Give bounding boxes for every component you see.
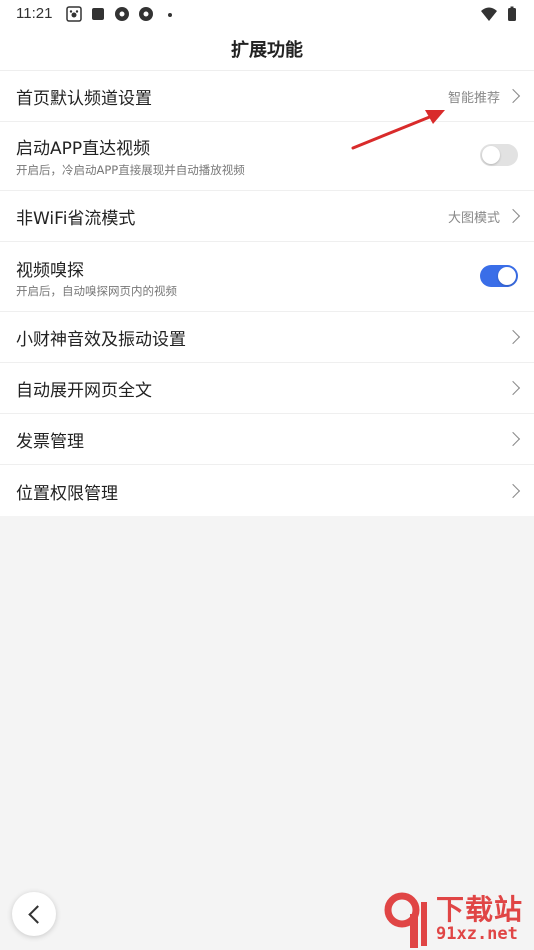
row-label: 启动APP直达视频 — [16, 139, 151, 159]
row-label: 首页默认频道设置 — [16, 89, 152, 109]
chevron-right-icon — [505, 88, 521, 104]
row-subtitle: 开启后，冷启动APP直接展现并自动播放视频 — [16, 163, 245, 177]
watermark-text-1: 下载站 — [436, 893, 524, 926]
annotation-arrow-icon — [351, 110, 445, 150]
status-notification-icons — [66, 6, 178, 22]
baidu-paw-icon — [66, 6, 82, 22]
chevron-right-icon — [505, 208, 521, 224]
aperture-icon — [114, 6, 130, 22]
setting-row-sound-vibration[interactable]: 小财神音效及振动设置 — [0, 312, 534, 363]
setting-row-video-sniff: 视频嗅探 开启后，自动嗅探网页内的视频 — [0, 242, 534, 312]
row-label: 视频嗅探 — [16, 261, 84, 281]
setting-row-expand-fulltext[interactable]: 自动展开网页全文 — [0, 363, 534, 414]
row-label: 小财神音效及振动设置 — [16, 330, 186, 350]
more-dot-icon — [162, 6, 178, 22]
row-value: 大图模式 — [447, 211, 500, 226]
row-label: 自动展开网页全文 — [16, 381, 152, 401]
status-bar: 11:21 — [0, 0, 534, 28]
chevron-right-icon — [505, 380, 521, 396]
chevron-left-icon — [28, 905, 47, 924]
setting-row-data-saver[interactable]: 非WiFi省流模式 大图模式 — [0, 191, 534, 242]
setting-row-invoice[interactable]: 发票管理 — [0, 414, 534, 465]
toggle-knob — [482, 146, 500, 164]
row-label: 非WiFi省流模式 — [16, 209, 136, 229]
status-system-icons — [480, 6, 520, 22]
chevron-right-icon — [505, 431, 521, 447]
setting-row-location[interactable]: 位置权限管理 — [0, 465, 534, 516]
site-watermark: 下载站 91xz.net — [378, 886, 534, 950]
battery-icon — [504, 6, 520, 22]
settings-panel: 11:21 扩展功能 首页默认频道设置 智能推荐 启动APP直达视频 开启后，冷… — [0, 0, 534, 516]
wifi-icon — [480, 6, 497, 22]
watermark-logo-icon — [384, 892, 427, 948]
row-label: 位置权限管理 — [16, 484, 118, 504]
chevron-right-icon — [505, 329, 521, 345]
title-bar: 扩展功能 — [0, 28, 534, 71]
row-subtitle: 开启后，自动嗅探网页内的视频 — [16, 284, 177, 298]
video-sniff-toggle[interactable] — [480, 265, 518, 287]
chevron-right-icon — [505, 483, 521, 499]
back-button[interactable] — [12, 892, 56, 936]
launch-video-toggle[interactable] — [480, 144, 518, 166]
page-title: 扩展功能 — [231, 40, 303, 61]
square-notification-icon — [90, 6, 106, 22]
watermark-text-2: 91xz.net — [436, 924, 518, 944]
status-time: 11:21 — [16, 5, 53, 22]
toggle-knob — [498, 267, 516, 285]
aperture-icon — [138, 6, 154, 22]
row-value: 智能推荐 — [447, 91, 500, 106]
row-label: 发票管理 — [16, 432, 84, 452]
